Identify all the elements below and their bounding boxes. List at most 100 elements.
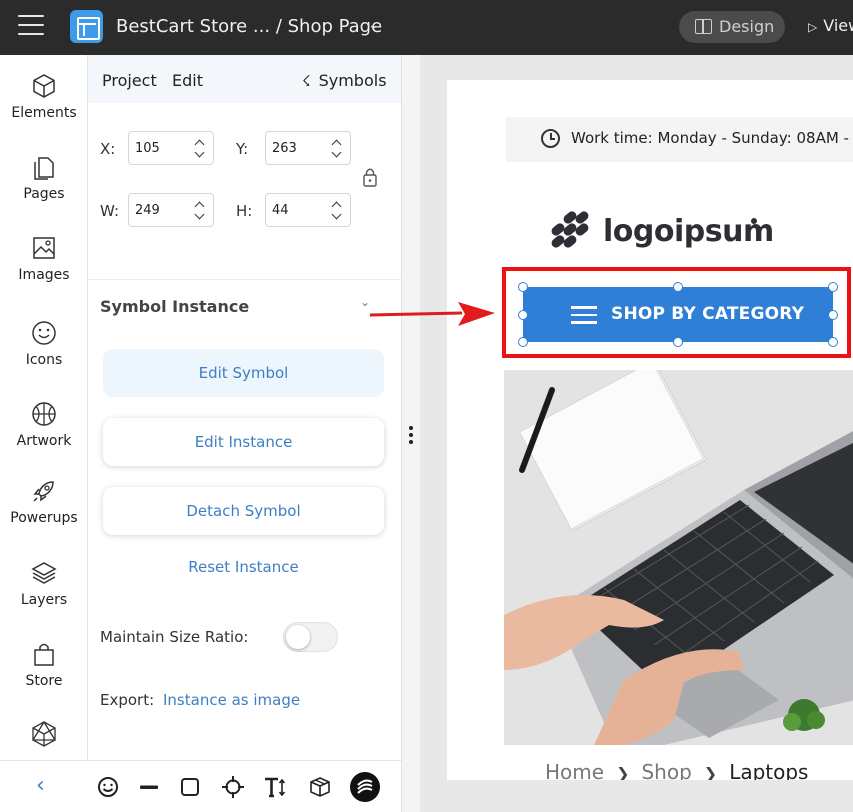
rail-item-powerups[interactable]: Powerups [0,478,88,526]
square-icon[interactable] [178,775,202,799]
cube-icon [33,74,55,98]
left-rail: Elements Pages Images Icons Artwork Powe… [0,55,88,812]
more-vertical-icon[interactable] [409,426,413,447]
rail-item-pages[interactable]: Pages [0,154,88,202]
rail-item-label: Icons [25,352,63,368]
design-mode-label: Design [719,17,775,36]
spinner-icon[interactable] [332,201,342,221]
breadcrumb-current: Laptops [729,760,809,780]
rail-item-label: Layers [20,592,68,608]
tab-symbols-label: Symbols [318,71,387,90]
rail-item-layers[interactable]: Layers [0,560,88,608]
app-logo-icon[interactable] [70,10,103,43]
resize-handle-bottom[interactable] [673,337,683,347]
chevron-left-icon: ‹ [36,773,45,798]
brand-logo[interactable]: logoipsum [545,210,775,260]
smiley-icon[interactable] [96,775,120,799]
chevron-down-icon[interactable]: ⌄ [368,18,379,33]
worktime-text: Work time: Monday - Sunday: 08AM - 06 [571,129,853,147]
edit-instance-button[interactable]: Edit Instance [103,418,384,466]
brand-badge-icon[interactable] [350,772,380,802]
play-icon: ▷ [808,20,818,34]
rail-item-label: Pages [23,186,65,202]
image-icon [33,237,55,259]
properties-panel: Project Edit ☇ Symbols X: 105 Y: 263 W: 2… [88,55,401,812]
section-title: Symbol Instance [100,297,250,316]
panel-resize-handle[interactable] [401,55,420,812]
reset-instance-link[interactable]: Reset Instance [103,558,384,576]
detach-symbol-button[interactable]: Detach Symbol [103,487,384,535]
edit-symbol-button[interactable]: Edit Symbol [103,349,384,397]
basketball-icon [32,402,56,426]
rail-item-icons[interactable]: Icons [0,320,88,368]
h-field[interactable]: 44 [265,193,351,227]
rocket-icon [33,481,54,502]
spinner-icon[interactable] [195,201,205,221]
rail-item-store[interactable]: Store [0,641,88,689]
design-mode-button[interactable]: Design [679,11,785,43]
resize-handle-right[interactable] [828,310,838,320]
w-field[interactable]: 249 [128,193,214,227]
move-crosshair-icon[interactable] [221,775,245,799]
blocks-icon[interactable] [308,775,332,799]
rail-item-elements[interactable]: Elements [0,73,88,121]
rail-item-label: Powerups [10,510,78,526]
maintain-ratio-label: Maintain Size Ratio: [100,628,249,646]
y-value: 263 [272,141,297,156]
line-icon[interactable] [137,775,161,799]
view-label: View [823,16,853,35]
tab-symbols[interactable]: ☇ Symbols [302,71,387,90]
h-label: H: [236,202,253,220]
chevron-right-icon: ❯ [703,764,718,780]
x-field[interactable]: 105 [128,131,214,165]
tab-edit[interactable]: Edit [172,71,203,90]
resize-handle-bottom-right[interactable] [828,337,838,347]
breadcrumb-shop[interactable]: Shop [641,760,691,780]
collapse-rail-button[interactable]: ‹ [0,760,88,812]
rail-item-label: Store [25,673,63,689]
resize-handle-left[interactable] [518,310,528,320]
x-label: X: [100,140,116,158]
maintain-ratio-toggle[interactable] [283,622,338,652]
shopping-bag-icon [34,643,54,666]
rail-item-more[interactable] [0,720,88,754]
brand-dot [751,218,757,224]
spinner-icon[interactable] [332,139,342,159]
x-value: 105 [135,141,160,156]
clock-icon [541,129,560,148]
text-size-icon[interactable] [263,775,287,799]
rail-item-label: Artwork [16,433,72,449]
lightning-icon: ☇ [302,72,311,90]
w-value: 249 [135,203,160,218]
rail-item-label: Images [18,267,70,283]
resize-handle-bottom-left[interactable] [518,337,528,347]
spinner-icon[interactable] [195,139,205,159]
rail-item-artwork[interactable]: Artwork [0,401,88,449]
page-preview[interactable]: Work time: Monday - Sunday: 08AM - 06 lo… [447,80,853,780]
export-instance-link[interactable]: Instance as image [163,691,300,709]
toggle-knob [286,625,310,649]
resize-handle-top[interactable] [673,282,683,292]
project-page-title[interactable]: BestCart Store ... / Shop Page [116,16,382,37]
hero-laptop-image[interactable] [504,370,853,745]
tab-project[interactable]: Project [102,71,157,90]
lock-icon[interactable] [362,166,378,188]
resize-handle-top-right[interactable] [828,282,838,292]
design-canvas[interactable]: Work time: Monday - Sunday: 08AM - 06 lo… [420,55,853,812]
layout-icon [695,19,712,34]
chevron-down-icon[interactable]: ⌄ [360,295,370,309]
brand-name: logoipsum [603,214,774,249]
rail-item-label: Elements [11,105,77,121]
chevron-right-icon: ❯ [616,764,630,780]
pages-icon [34,157,54,180]
rail-item-images[interactable]: Images [0,235,88,283]
worktime-bar[interactable]: Work time: Monday - Sunday: 08AM - 06 [506,117,853,162]
view-button[interactable]: ▷ View [808,16,853,35]
divider [88,279,401,280]
hamburger-menu-icon[interactable] [18,15,44,35]
breadcrumb-home[interactable]: Home [545,760,604,780]
export-label: Export: [100,691,155,709]
polyhedron-icon [31,720,57,747]
y-field[interactable]: 263 [265,131,351,165]
resize-handle-top-left[interactable] [518,282,528,292]
